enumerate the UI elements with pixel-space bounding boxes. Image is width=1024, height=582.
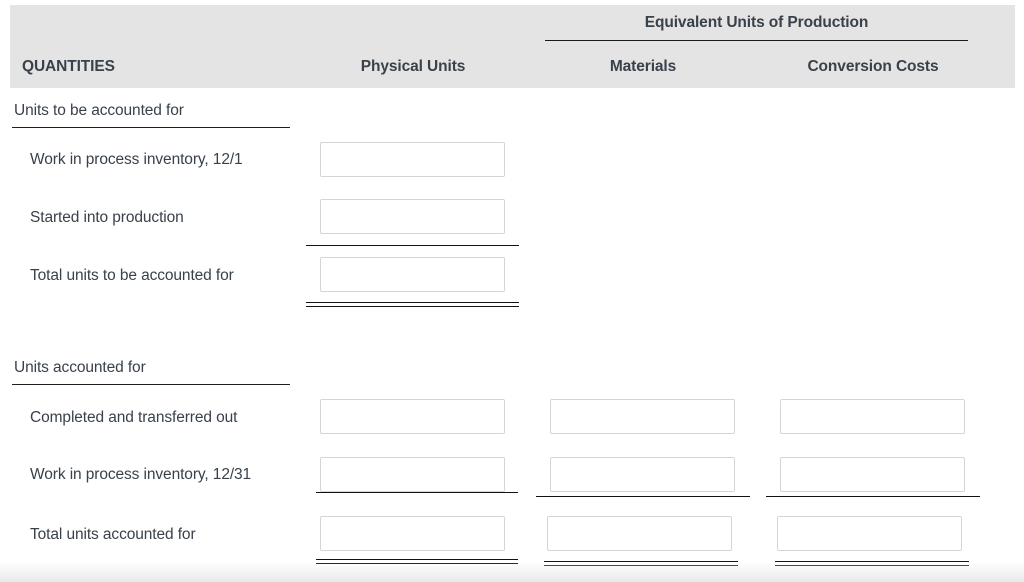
section-rule-units-to-be-accounted-for <box>12 127 290 128</box>
row-label-total-units-to-be-accounted-for: Total units to be accounted for <box>30 267 234 284</box>
input-wip-12-1-physical-units[interactable] <box>320 142 505 177</box>
section-title-units-to-be-accounted-for: Units to be accounted for <box>14 102 184 119</box>
column-header-conversion-costs: Conversion Costs <box>807 58 939 75</box>
total-double-rule-materials-section-2 <box>544 561 738 566</box>
total-double-rule-physical-units-section-1 <box>306 302 519 307</box>
total-double-rule-physical-units-section-2 <box>316 559 518 564</box>
subtotal-rule-materials-section-2 <box>536 496 750 497</box>
subtotal-rule-conversion-costs-section-2 <box>766 496 980 497</box>
input-completed-transferred-out-physical-units[interactable] <box>320 399 505 434</box>
input-total-units-to-be-accounted-for-physical-units[interactable] <box>320 257 505 292</box>
production-cost-report-worksheet: Equivalent Units of Production QUANTITIE… <box>0 0 1024 582</box>
row-label-completed-and-transferred-out: Completed and transferred out <box>30 409 238 426</box>
row-label-wip-inventory-12-31: Work in process inventory, 12/31 <box>30 466 252 483</box>
input-total-units-accounted-for-physical-units[interactable] <box>320 516 505 551</box>
subtotal-rule-physical-units-section-2 <box>316 492 518 493</box>
section-rule-units-accounted-for <box>12 384 290 385</box>
input-wip-12-31-materials[interactable] <box>550 457 735 492</box>
equivalent-units-group-header: Equivalent Units of Production <box>644 14 869 31</box>
total-double-rule-conversion-costs-section-2 <box>775 561 969 566</box>
input-started-into-production-physical-units[interactable] <box>320 199 505 234</box>
input-total-units-accounted-for-materials[interactable] <box>547 516 732 551</box>
input-completed-transferred-out-conversion-costs[interactable] <box>780 399 965 434</box>
column-header-physical-units: Physical Units <box>360 58 466 75</box>
input-wip-12-31-conversion-costs[interactable] <box>780 457 965 492</box>
row-label-total-units-accounted-for: Total units accounted for <box>30 526 196 543</box>
input-total-units-accounted-for-conversion-costs[interactable] <box>777 516 962 551</box>
row-label-wip-inventory-12-1: Work in process inventory, 12/1 <box>30 151 243 168</box>
subtotal-rule-physical-units-section-1 <box>306 245 519 246</box>
row-label-started-into-production: Started into production <box>30 209 184 226</box>
column-header-quantities: QUANTITIES <box>22 58 115 75</box>
input-completed-transferred-out-materials[interactable] <box>550 399 735 434</box>
section-title-units-accounted-for: Units accounted for <box>14 359 146 376</box>
input-wip-12-31-physical-units[interactable] <box>320 457 505 492</box>
column-header-materials: Materials <box>609 58 677 75</box>
equivalent-units-group-rule <box>545 40 968 41</box>
